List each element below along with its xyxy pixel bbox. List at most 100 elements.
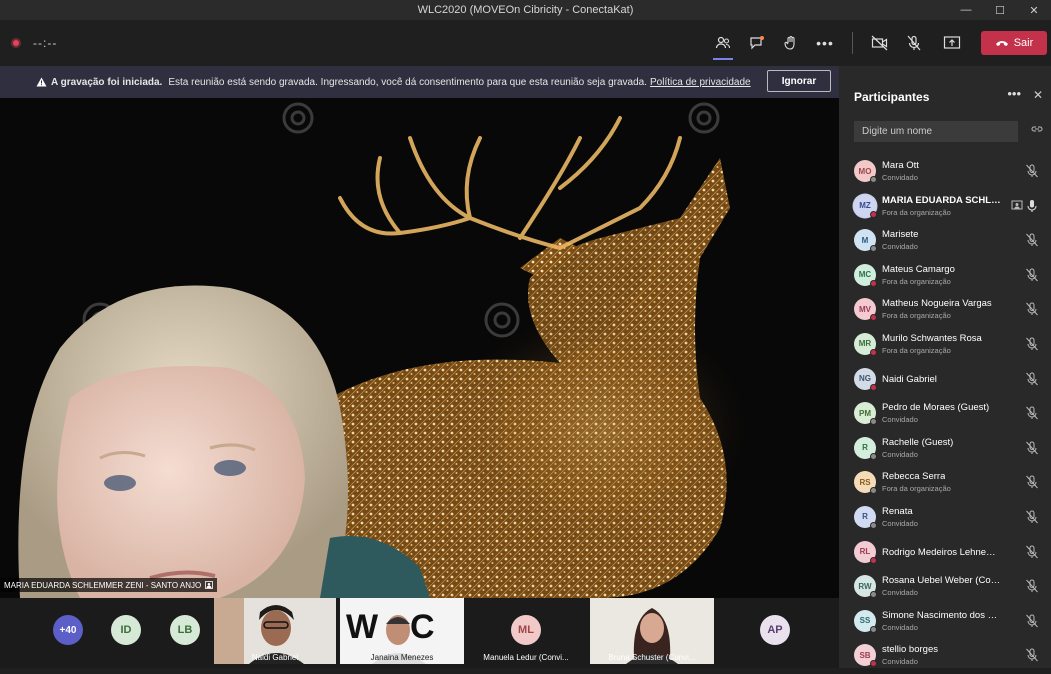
close-icon[interactable]: ✕ xyxy=(1033,88,1043,102)
participant-role: Convidado xyxy=(882,588,918,598)
presence-status-icon xyxy=(870,452,877,460)
more-icon: ••• xyxy=(816,35,834,51)
participant-row[interactable]: RW Rosana Uebel Weber (Convid...Convidado xyxy=(839,570,1051,605)
participant-name: Simone Nascimento dos Santos xyxy=(882,609,1002,621)
presence-status-icon xyxy=(870,418,877,426)
svg-text:W: W xyxy=(346,608,379,646)
mic-off-icon[interactable] xyxy=(1025,372,1039,386)
avatar: R xyxy=(854,436,877,460)
presence-status-icon xyxy=(870,210,877,218)
participant-name: Marisete xyxy=(882,229,919,241)
mic-off-icon[interactable] xyxy=(1025,648,1039,662)
participant-role: Convidado xyxy=(882,518,918,528)
avatar-initials: SS xyxy=(859,616,871,626)
mic-off-icon[interactable] xyxy=(1025,233,1039,247)
panel-title: Participantes xyxy=(854,90,930,104)
ignore-button[interactable]: Ignorar xyxy=(767,70,831,92)
mic-off-icon[interactable] xyxy=(1025,475,1039,489)
microphone-button[interactable] xyxy=(897,26,931,60)
panel-more-icon[interactable]: ••• xyxy=(1007,86,1021,101)
participants-button[interactable] xyxy=(706,26,740,60)
avatar[interactable]: AP xyxy=(760,615,790,645)
avatar-initials: R xyxy=(862,512,868,522)
mic-off-icon[interactable] xyxy=(1025,441,1039,455)
tile-name: Janaina Menezes xyxy=(370,653,434,662)
participant-row[interactable]: SS Simone Nascimento dos SantosConvidado xyxy=(839,605,1051,640)
more-participants-button[interactable]: +40 xyxy=(53,615,83,645)
avatar[interactable]: LB xyxy=(170,615,200,645)
video-tile[interactable]: ML Manuela Ledur (Convi... xyxy=(466,598,586,664)
title-bar: WLC2020 (MOVEOn Cibricity - ConectaKat) … xyxy=(0,0,1051,20)
tile-name: Naidi Gabriel xyxy=(251,653,299,662)
participant-row[interactable]: SB stellio borges Convidado xyxy=(839,639,1051,674)
participant-row[interactable]: NG Naidi Gabriel xyxy=(839,363,1051,398)
participant-name: Rebecca Serra xyxy=(882,471,946,483)
participant-name: Rosana Uebel Weber (Convid... xyxy=(882,575,1002,587)
pin-icon xyxy=(205,581,214,589)
participant-role: Convidado xyxy=(882,622,918,632)
participant-row[interactable]: MR Murilo Schwantes Rosa Fora da organizaç… xyxy=(839,328,1051,363)
participant-row[interactable]: M Marisete Convidado xyxy=(839,224,1051,259)
share-screen-button[interactable] xyxy=(935,26,969,60)
avatar-initials: PM xyxy=(859,408,871,418)
avatar-initials: RS xyxy=(859,477,871,487)
avatar: MZ xyxy=(854,194,877,218)
close-window-icon[interactable]: ✕ xyxy=(1017,0,1051,20)
participant-row[interactable]: RS Rebecca Serra Fora da organização xyxy=(839,466,1051,501)
video-tile[interactable]: Naidi Gabriel xyxy=(214,598,336,664)
raise-hand-button[interactable] xyxy=(774,26,808,60)
participant-row[interactable]: MV Matheus Nogueira Vargas Fora da organiz… xyxy=(839,293,1051,328)
mic-off-icon[interactable] xyxy=(1025,268,1039,282)
avatar-initials: M xyxy=(861,235,869,245)
video-tile[interactable]: Bruna Schuster (Convi... xyxy=(590,598,714,664)
mic-on-icon[interactable] xyxy=(1025,199,1039,213)
leave-button[interactable]: Sair xyxy=(981,31,1047,55)
meeting-toolbar: --:-- ••• Sair xyxy=(0,20,1051,66)
more-actions-button[interactable]: ••• xyxy=(808,26,842,60)
participant-row[interactable]: PM Pedro de Moraes (Guest) Convidado xyxy=(839,397,1051,432)
participant-row[interactable]: R Rachelle (Guest) Convidado xyxy=(839,432,1051,467)
participant-name: stellio borges xyxy=(882,644,938,656)
video-tile[interactable]: W C Janaina Menezes xyxy=(340,598,464,664)
participant-role: Fora da organização xyxy=(882,207,951,217)
participant-row[interactable]: MO Mara Ott Convidado xyxy=(839,155,1051,190)
mic-off-icon[interactable] xyxy=(1025,545,1039,559)
mic-off-icon[interactable] xyxy=(1025,614,1039,628)
participant-role: Convidado xyxy=(882,242,918,252)
share-link-icon[interactable] xyxy=(1031,124,1043,134)
avatar-initials: MC xyxy=(858,270,872,280)
avatar[interactable]: ID xyxy=(111,615,141,645)
main-video-name-tag: MARIA EDUARDA SCHLEMMER ZENI - SANTO ANJ… xyxy=(0,578,218,592)
mic-off-icon[interactable] xyxy=(1025,579,1039,593)
participant-row[interactable]: MZ MARIA EDUARDA SCHLE... Fora da organiza… xyxy=(839,190,1051,225)
presence-status-icon xyxy=(870,660,877,668)
mic-off-icon[interactable] xyxy=(1025,406,1039,420)
participant-row[interactable]: MC Mateus Camargo Fora da organização xyxy=(839,259,1051,294)
presence-status-icon xyxy=(870,314,877,322)
participant-role: Convidado xyxy=(882,173,918,182)
avatar-initials: SB xyxy=(859,650,871,660)
participant-row[interactable]: RL Rodrigo Medeiros Lehnemann xyxy=(839,536,1051,571)
avatar: RS xyxy=(854,471,877,495)
banner-title: A gravação foi iniciada. xyxy=(51,76,163,88)
maximize-icon[interactable]: ☐ xyxy=(983,0,1017,20)
mic-off-icon[interactable] xyxy=(1025,510,1039,524)
participant-role: Fora da organização xyxy=(882,484,951,494)
mic-off-icon[interactable] xyxy=(1025,302,1039,316)
main-video: MARIA EDUARDA SCHLEMMER ZENI - SANTO ANJ… xyxy=(0,98,839,598)
minimize-icon[interactable]: — xyxy=(949,0,983,20)
chat-button[interactable] xyxy=(740,26,774,60)
mic-off-icon[interactable] xyxy=(1025,337,1039,351)
participant-name: Rodrigo Medeiros Lehnemann xyxy=(882,546,1002,558)
camera-button[interactable] xyxy=(863,26,897,60)
search-input[interactable] xyxy=(854,121,1018,142)
participant-role: Convidado xyxy=(882,415,918,425)
participant-row[interactable]: R Renata Convidado xyxy=(839,501,1051,536)
toolbar-divider xyxy=(852,32,853,54)
presence-status-icon xyxy=(870,176,877,183)
participant-name: Renata xyxy=(882,505,913,517)
mic-off-icon[interactable] xyxy=(1025,164,1039,178)
window-title: WLC2020 (MOVEOn Cibricity - ConectaKat) xyxy=(417,4,634,16)
avatar: M xyxy=(854,229,877,253)
privacy-policy-link[interactable]: Política de privacidade xyxy=(650,77,751,88)
